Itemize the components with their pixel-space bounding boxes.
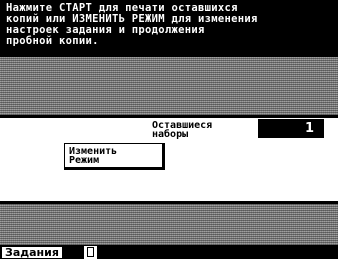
- lower-dither-band: [0, 201, 338, 245]
- copier-panel-screen: Нажмите СТАРТ для печати оставшихся копи…: [0, 0, 338, 259]
- remaining-sets-value: 1: [304, 121, 314, 136]
- remaining-sets-label: Оставшиеся наборы: [152, 120, 213, 140]
- message-bar: Нажмите СТАРТ для печати оставшихся копи…: [0, 0, 338, 57]
- document-page-shape: [87, 247, 94, 257]
- change-mode-button-label: Изменить Режим: [69, 146, 118, 166]
- document-icon[interactable]: [84, 246, 97, 259]
- remaining-sets-counter: 1: [258, 119, 324, 138]
- bottom-status-bar: Задания: [0, 245, 338, 259]
- tab-jobs[interactable]: Задания: [1, 246, 63, 259]
- change-mode-button[interactable]: Изменить Режим: [64, 143, 165, 170]
- instruction-message: Нажмите СТАРТ для печати оставшихся копи…: [6, 2, 258, 47]
- proof-copy-panel: Оставшиеся наборы 1 Изменить Режим: [0, 118, 338, 201]
- upper-dither-band: [0, 57, 338, 118]
